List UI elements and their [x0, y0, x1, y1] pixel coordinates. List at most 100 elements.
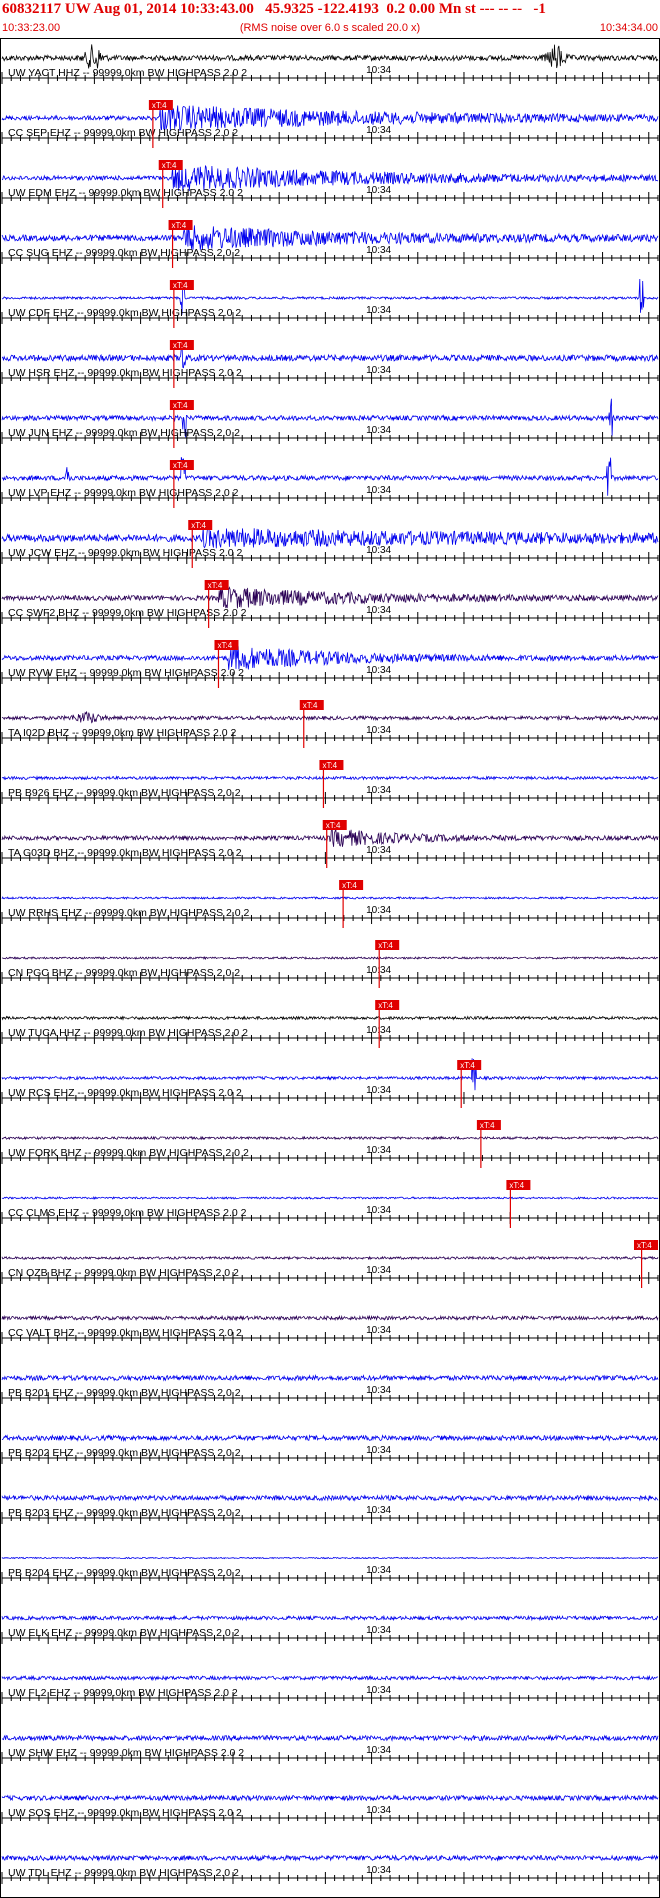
station-label: CN OZB BHZ -- 99999.0km BW HIGHPASS 2.0 … — [8, 1267, 239, 1279]
station-label: UW EDM EHZ -- 99999.0km BW HIGHPASS 2.0 … — [8, 187, 243, 199]
pick-label: xT:4 — [173, 401, 188, 410]
seismogram-plot: 10:34 UW YACT HHZ -- 99999.0km BW HIGHPAS… — [0, 38, 660, 1898]
minute-label: 10:34 — [366, 65, 391, 76]
station-label: PB B926 EHZ -- 99999.0km BW HIGHPASS 2.0… — [8, 787, 241, 799]
waveform — [1, 1674, 659, 1682]
station-label: UW SOS EHZ -- 99999.0km BW HIGHPASS 2.0 … — [8, 1807, 242, 1819]
waveform — [1, 343, 659, 369]
minute-label: 10:34 — [366, 365, 391, 376]
minute-label: 10:34 — [366, 125, 391, 136]
waveform — [1, 1195, 659, 1200]
waveform — [1, 1434, 659, 1442]
pick-label: xT:4 — [173, 341, 188, 350]
pick-label: xT:4 — [342, 881, 357, 890]
waveform — [1, 775, 659, 781]
minute-label: 10:34 — [366, 845, 391, 856]
pick-label: xT:4 — [191, 521, 206, 530]
station-label: UW RVW EHZ -- 99999.0km BW HIGHPASS 2.0 … — [8, 667, 244, 679]
pick-label: xT:4 — [637, 1241, 652, 1250]
minute-label: 10:34 — [366, 1625, 391, 1636]
pick-label: xT:4 — [378, 941, 393, 950]
waveform — [1, 1015, 659, 1021]
minute-label: 10:34 — [366, 785, 391, 796]
station-label: UW YACT HHZ -- 99999.0km BW HIGHPASS 2.0… — [8, 67, 247, 79]
minute-label: 10:34 — [366, 1745, 391, 1756]
event-title: 60832117 UW Aug 01, 2014 10:33:43.00 45.… — [2, 1, 546, 17]
pick-label: xT:4 — [322, 761, 337, 770]
minute-label: 10:34 — [366, 485, 391, 496]
minute-label: 10:34 — [366, 425, 391, 436]
waveform — [1, 1255, 659, 1261]
minute-label: 10:34 — [366, 1085, 391, 1096]
pick-label: xT:4 — [480, 1121, 495, 1130]
pick-label: xT:4 — [378, 1001, 393, 1010]
record-header: 60832117 UW Aug 01, 2014 10:33:43.00 45.… — [0, 0, 660, 38]
minute-label: 10:34 — [366, 1265, 391, 1276]
station-label: UW JUN EHZ -- 99999.0km BW HIGHPASS 2.0 … — [8, 427, 240, 439]
minute-label: 10:34 — [366, 1805, 391, 1816]
pick-label: xT:4 — [303, 701, 318, 710]
station-label: UW JCW EHZ -- 99999.0km BW HIGHPASS 2.0 … — [8, 547, 243, 559]
station-label: UW TDL EHZ -- 99999.0km BW HIGHPASS 2.0 … — [8, 1867, 239, 1879]
station-label: PB B203 EHZ -- 99999.0km BW HIGHPASS 2.0… — [8, 1507, 241, 1519]
minute-label: 10:34 — [366, 305, 391, 316]
pick-label: xT:4 — [152, 101, 167, 110]
minute-label: 10:34 — [366, 1685, 391, 1696]
waveform — [1, 1734, 659, 1742]
station-label: PB B202 EHZ -- 99999.0km BW HIGHPASS 2.0… — [8, 1447, 241, 1459]
minute-label: 10:34 — [366, 1325, 391, 1336]
station-label: UW FL2 EHZ -- 99999.0km BW HIGHPASS 2.0 … — [8, 1687, 238, 1699]
pick-label: xT:4 — [162, 161, 177, 170]
station-label: CC SEP EHZ -- 99999.0km BW HIGHPASS 2.0 … — [8, 127, 238, 139]
end-time-label: 10:34:34.00 — [599, 22, 658, 34]
minute-label: 10:34 — [366, 1205, 391, 1216]
minute-label: 10:34 — [366, 245, 391, 256]
waveform — [1, 1058, 659, 1091]
station-label: UW RRHS EHZ -- 99999.0km BW HIGHPASS 2.0… — [8, 907, 250, 919]
minute-label: 10:34 — [366, 185, 391, 196]
minute-label: 10:34 — [366, 1145, 391, 1156]
pick-label: xT:4 — [460, 1061, 475, 1070]
pick-label: xT:4 — [509, 1181, 524, 1190]
waveform — [1, 1135, 659, 1141]
minute-label: 10:34 — [366, 1445, 391, 1456]
waveform — [1, 1494, 659, 1502]
waveform — [1, 1314, 659, 1322]
minute-label: 10:34 — [366, 1505, 391, 1516]
waveform — [1, 1614, 659, 1622]
station-label: UW CDF EHZ -- 99999.0km BW HIGHPASS 2.0 … — [8, 307, 241, 319]
minute-label: 10:34 — [366, 605, 391, 616]
pick-label: xT:4 — [172, 221, 187, 230]
waveform — [1, 1794, 659, 1802]
station-label: CC SWF2 BHZ -- 99999.0km BW HIGHPASS 2.0… — [8, 607, 247, 619]
station-label: TA G03D BHZ -- 99999.0km BW HIGHPASS 2.0… — [8, 847, 242, 859]
station-label: PB B204 EHZ -- 99999.0km BW HIGHPASS 2.0… — [8, 1567, 241, 1579]
pick-label: xT:4 — [173, 461, 188, 470]
waveform — [1, 896, 659, 901]
waveform — [1, 44, 659, 69]
minute-label: 10:34 — [366, 905, 391, 916]
waveform — [1, 1556, 659, 1560]
minute-label: 10:34 — [366, 1565, 391, 1576]
station-label: UW HSR EHZ -- 99999.0km BW HIGHPASS 2.0 … — [8, 367, 242, 379]
minute-label: 10:34 — [366, 1385, 391, 1396]
waveform — [1, 586, 659, 609]
minute-label: 10:34 — [366, 545, 391, 556]
station-label: UW FORK BHZ -- 99999.0km BW HIGHPASS 2.0… — [8, 1147, 249, 1159]
waveform — [1, 711, 659, 724]
station-label: CN PGC BHZ -- 99999.0km BW HIGHPASS 2.0 … — [8, 967, 240, 979]
pick-label: xT:4 — [208, 581, 223, 590]
waveform — [1, 1854, 659, 1862]
waveform — [1, 1374, 659, 1382]
station-label: UW RCS EHZ -- 99999.0km BW HIGHPASS 2.0 … — [8, 1087, 242, 1099]
station-label: TA I02D BHZ -- 99999.0km BW HIGHPASS 2.0… — [8, 727, 237, 739]
station-label: UW TUCA HHZ -- 99999.0km BW HIGHPASS 2.0… — [8, 1027, 248, 1039]
waveform — [1, 527, 659, 549]
pick-label: xT:4 — [217, 641, 232, 650]
station-label: PB B201 EHZ -- 99999.0km BW HIGHPASS 2.0… — [8, 1387, 241, 1399]
station-label: UW SHW EHZ -- 99999.0km BW HIGHPASS 2.0 … — [8, 1747, 244, 1759]
rms-scale-note: (RMS noise over 6.0 s scaled 20.0 x) — [239, 22, 421, 34]
minute-label: 10:34 — [366, 1865, 391, 1876]
waveform — [2, 956, 659, 961]
pick-label: xT:4 — [173, 281, 188, 290]
